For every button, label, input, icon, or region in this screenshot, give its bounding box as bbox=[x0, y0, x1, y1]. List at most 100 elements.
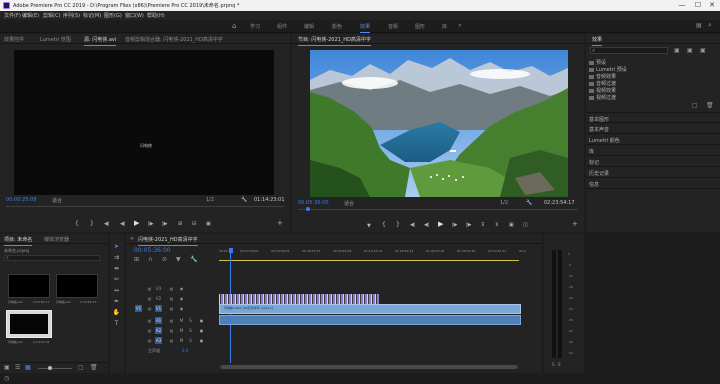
track-lock-icon[interactable]: ▤ bbox=[146, 305, 153, 312]
mute-button[interactable]: M bbox=[178, 337, 185, 344]
menu-clip[interactable]: 剪辑(C) bbox=[43, 12, 60, 19]
menu-marker[interactable]: 标记(M) bbox=[83, 12, 101, 19]
meter-solo-left[interactable]: S bbox=[552, 362, 555, 367]
source-step-back-icon[interactable]: ◀| bbox=[120, 221, 126, 227]
slip-tool-icon[interactable]: ↔ bbox=[112, 286, 121, 295]
timeline-timecode[interactable]: 00:05:36:00 bbox=[134, 247, 171, 254]
source-goto-out-icon[interactable]: |▶ bbox=[162, 221, 168, 227]
razor-tool-icon[interactable]: ✂ bbox=[112, 275, 121, 284]
panel-info[interactable]: 信息 bbox=[586, 178, 720, 189]
source-scrub-bar[interactable] bbox=[6, 206, 284, 207]
timeline-settings-icon[interactable]: 🔧 bbox=[190, 256, 197, 263]
source-mark-out-icon[interactable]: } bbox=[90, 221, 94, 227]
source-goto-in-icon[interactable]: ◀| bbox=[104, 221, 110, 227]
program-goto-in-icon[interactable]: ◀| bbox=[410, 222, 416, 228]
workspace-effects[interactable]: 效果 bbox=[360, 23, 371, 33]
list-view-icon[interactable]: ☰ bbox=[15, 364, 20, 371]
menu-file[interactable]: 文件(F) bbox=[4, 12, 21, 19]
linked-selection-icon[interactable]: ⊘ bbox=[162, 256, 167, 263]
menu-help[interactable]: 帮助(H) bbox=[147, 12, 165, 19]
effects-folder-presets[interactable]: 预设 bbox=[589, 59, 606, 66]
workspace-graphics[interactable]: 图形 bbox=[415, 23, 425, 30]
nest-icon[interactable]: ⊞ bbox=[134, 256, 139, 263]
effects-folder-lumetri-presets[interactable]: Lumetri 预设 bbox=[589, 66, 627, 73]
program-playhead[interactable] bbox=[306, 207, 310, 211]
accelerated-effects-icon[interactable]: ▣ bbox=[674, 47, 680, 54]
source-settings-icon[interactable]: 🔧 bbox=[241, 197, 247, 203]
solo-button[interactable]: S bbox=[187, 337, 194, 344]
program-goto-out-icon[interactable]: |▶ bbox=[466, 222, 472, 228]
track-eye-icon[interactable]: ◉ bbox=[178, 305, 185, 312]
track-lock-icon[interactable]: ▤ bbox=[146, 327, 153, 334]
program-resolution[interactable]: 1/2 bbox=[500, 200, 508, 206]
track-lock-icon[interactable]: ▤ bbox=[146, 295, 153, 302]
source-add-button-icon[interactable]: + bbox=[277, 220, 283, 227]
track-sync-lock-icon[interactable]: ▤ bbox=[168, 337, 175, 344]
source-overwrite-icon[interactable]: ⊟ bbox=[192, 221, 196, 227]
hand-tool-icon[interactable]: ✋ bbox=[112, 308, 121, 317]
source-export-frame-icon[interactable]: ▣ bbox=[206, 221, 211, 227]
track-lock-icon[interactable]: ▤ bbox=[146, 317, 153, 324]
delete-icon[interactable]: 🗑 bbox=[706, 102, 714, 109]
project-thumbnail[interactable] bbox=[56, 274, 98, 298]
menu-window[interactable]: 窗口(W) bbox=[125, 12, 144, 19]
source-patch-v1[interactable]: V1 bbox=[135, 305, 142, 312]
voiceover-icon[interactable]: ● bbox=[198, 327, 205, 334]
panel-essential-sound[interactable]: 基本声音 bbox=[586, 123, 720, 134]
delete-item-icon[interactable]: 🗑 bbox=[90, 364, 98, 371]
panel-markers[interactable]: 标记 bbox=[586, 156, 720, 167]
solo-button[interactable]: S bbox=[187, 317, 194, 324]
panel-history[interactable]: 历史记录 bbox=[586, 167, 720, 178]
tab-source[interactable]: 源: 闪电侠.avi bbox=[84, 36, 117, 46]
track-select-tool-icon[interactable]: ⇉ bbox=[112, 253, 121, 262]
snap-icon[interactable]: ∩ bbox=[148, 256, 152, 263]
voiceover-icon[interactable]: ● bbox=[198, 317, 205, 324]
close-button[interactable]: ✕ bbox=[706, 1, 718, 10]
tab-audio-clip-mixer[interactable]: 音频剪辑混合器: 闪电侠-2021_HD高清中字 bbox=[125, 36, 223, 43]
track-lock-icon[interactable]: ▤ bbox=[146, 285, 153, 292]
search-icon[interactable]: ⌕ bbox=[708, 21, 712, 30]
icon-view-icon[interactable]: ▦ bbox=[25, 364, 31, 371]
program-add-button-icon[interactable]: + bbox=[572, 221, 578, 228]
workspace-overflow-icon[interactable]: » bbox=[458, 22, 462, 29]
panel-lumetri-color[interactable]: Lumetri 颜色 bbox=[586, 134, 720, 145]
panel-libraries[interactable]: 库 bbox=[586, 145, 720, 156]
timeline-zoom-handle[interactable] bbox=[221, 365, 517, 369]
maximize-button[interactable]: ☐ bbox=[692, 1, 704, 10]
solo-button[interactable]: S bbox=[187, 327, 194, 334]
video-clip-v2[interactable] bbox=[219, 294, 379, 304]
tab-lumetri-scopes[interactable]: Lumetri 范围 bbox=[40, 36, 71, 43]
project-thumbnail[interactable] bbox=[8, 274, 50, 298]
32bit-effects-icon[interactable]: ▣ bbox=[687, 47, 693, 54]
work-area-bar[interactable] bbox=[219, 260, 519, 261]
new-bin-icon[interactable]: ▢ bbox=[692, 102, 698, 109]
tab-sequence[interactable]: 闪电侠-2021_HD高清中字 bbox=[138, 236, 198, 246]
menu-sequence[interactable]: 序列(S) bbox=[63, 12, 80, 19]
track-label[interactable]: A3 bbox=[155, 337, 162, 344]
menu-edit[interactable]: 编辑(E) bbox=[22, 12, 39, 19]
source-resolution[interactable]: 1/2 bbox=[206, 197, 214, 203]
timeline-zoom-scrollbar[interactable] bbox=[219, 365, 519, 369]
mute-button[interactable]: M bbox=[178, 327, 185, 334]
program-extract-icon[interactable]: ⊻ bbox=[495, 222, 499, 228]
new-item-icon[interactable]: ▢ bbox=[78, 364, 84, 371]
workspace-learn[interactable]: 学习 bbox=[250, 23, 260, 30]
tab-effect-controls[interactable]: 效果控件 bbox=[4, 36, 24, 43]
source-step-forward-icon[interactable]: |▶ bbox=[148, 221, 154, 227]
panel-essential-graphics[interactable]: 基本图形 bbox=[586, 112, 720, 123]
quick-export-icon[interactable]: ▤ bbox=[696, 22, 702, 29]
workspace-assembly[interactable]: 组件 bbox=[277, 23, 287, 30]
program-scrub-bar[interactable] bbox=[298, 209, 578, 210]
program-settings-icon[interactable]: 🔧 bbox=[526, 200, 532, 206]
workspace-editing[interactable]: 编辑 bbox=[304, 23, 314, 30]
track-label[interactable]: A1 bbox=[155, 317, 162, 324]
ripple-edit-tool-icon[interactable]: ⇹ bbox=[112, 264, 121, 273]
audio-clip-a1[interactable] bbox=[219, 315, 521, 325]
source-insert-icon[interactable]: ⊞ bbox=[178, 221, 182, 227]
program-mark-out-icon[interactable]: } bbox=[396, 222, 400, 228]
meter-solo-right[interactable]: S bbox=[558, 362, 561, 367]
track-label[interactable]: V1 bbox=[155, 305, 162, 312]
source-timecode[interactable]: 00:00:25:08 bbox=[6, 197, 37, 203]
time-ruler[interactable]: 00:00 00:14:59:02 00:29:58:04 00:44:57:0… bbox=[219, 248, 542, 262]
timeline-close-icon[interactable]: ✕ bbox=[130, 236, 134, 242]
